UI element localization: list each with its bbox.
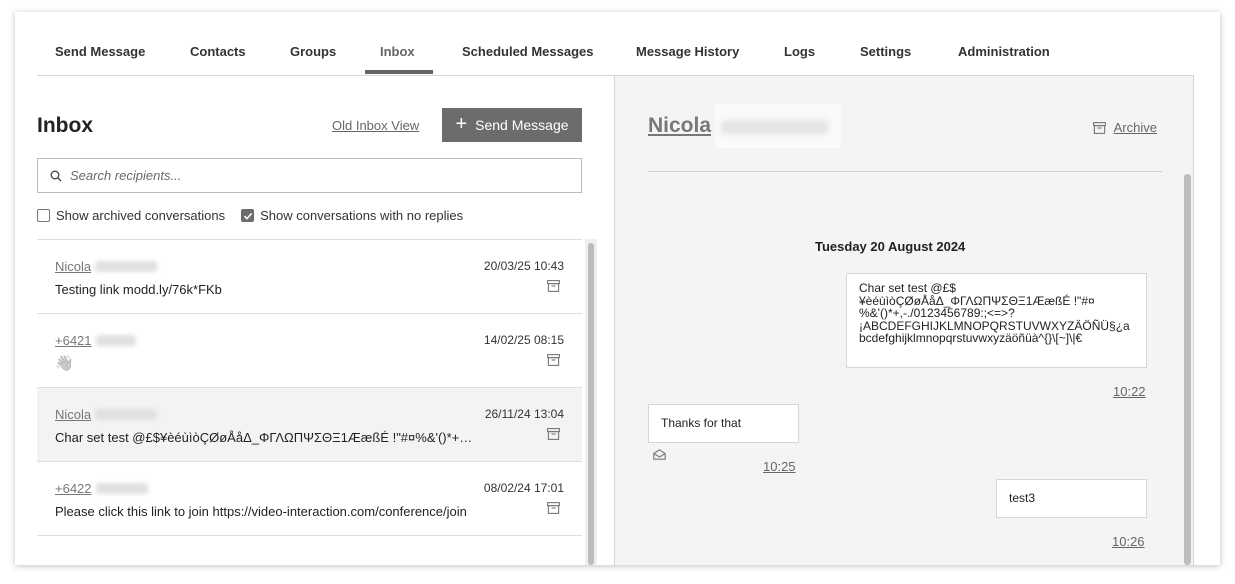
- inbox-panel: Inbox Old Inbox View + Send Message Show…: [37, 76, 597, 565]
- envelope-open-icon: [653, 449, 666, 460]
- conversation-time: 20/03/25 10:43: [483, 259, 564, 273]
- page-title: Inbox: [37, 114, 93, 137]
- message-timestamp[interactable]: 10:26: [1112, 534, 1145, 549]
- outgoing-message: Char set test @£$ ¥èéùìòÇØøÅåΔ_ΦΓΛΩΠΨΣΘΞ…: [846, 273, 1147, 368]
- thread-contact-name[interactable]: Nicola: [648, 114, 711, 138]
- conversation-scrollbar[interactable]: [585, 239, 597, 565]
- show-no-replies-label: Show conversations with no replies: [260, 208, 464, 223]
- thread-divider: [648, 171, 1162, 172]
- incoming-message: Thanks for that: [648, 404, 799, 443]
- checkbox-unchecked[interactable]: [37, 209, 50, 222]
- conversation-name[interactable]: +6421: [55, 333, 92, 348]
- conversation-item[interactable]: +6421 14/02/25 08:15 👋: [37, 314, 582, 388]
- scrollbar-thumb[interactable]: [588, 243, 594, 565]
- scrollbar-thumb[interactable]: [1184, 174, 1191, 565]
- outgoing-message: test3: [996, 479, 1147, 518]
- redacted-name: [95, 409, 158, 421]
- send-message-button[interactable]: + Send Message: [442, 108, 582, 142]
- checkbox-checked[interactable]: [241, 209, 255, 222]
- archive-icon[interactable]: [547, 428, 560, 440]
- archive-icon: [1092, 121, 1106, 134]
- active-tab-indicator: [365, 70, 433, 74]
- conversation-preview: Char set test @£$¥èéùìòÇØøÅåΔ_ΦΓΛΩΠΨΣΘΞ1…: [55, 430, 475, 445]
- search-icon: [50, 170, 62, 181]
- redacted-name: [95, 261, 158, 273]
- tab-logs[interactable]: Logs: [784, 44, 815, 59]
- conversation-item[interactable]: +6422 08/02/24 17:01 Please click this l…: [37, 462, 582, 536]
- message-line: bcdefghijklmnopqrstuvwxyzäöñüà^{}\[~]\|€: [859, 331, 1083, 345]
- search-box: [37, 158, 582, 193]
- archive-icon[interactable]: [547, 280, 560, 292]
- conversation-preview: Testing link modd.ly/76k*FKb: [55, 282, 222, 297]
- conversation-name[interactable]: Nicola: [55, 259, 91, 274]
- tab-inbox[interactable]: Inbox: [380, 44, 415, 59]
- conversation-time: 08/02/24 17:01: [483, 481, 564, 495]
- send-message-label: Send Message: [475, 117, 569, 133]
- message-line: Char set test @£$: [859, 281, 956, 295]
- redacted-contact-surname: [715, 104, 841, 148]
- filter-options: Show archived conversations Show convers…: [37, 208, 463, 223]
- show-no-replies-checkbox[interactable]: Show conversations with no replies: [241, 208, 463, 223]
- conversation-item[interactable]: Nicola 20/03/25 10:43 Testing link modd.…: [37, 240, 582, 314]
- thread-panel: Nicola Archive Tuesday 20 August 2024 Ch…: [614, 76, 1194, 565]
- tab-groups[interactable]: Groups: [290, 44, 336, 59]
- tab-administration[interactable]: Administration: [958, 44, 1050, 59]
- message-timestamp[interactable]: 10:22: [1113, 384, 1146, 399]
- conversation-time: 26/11/24 13:04: [484, 407, 564, 421]
- conversation-preview: Please click this link to join https://v…: [55, 504, 467, 519]
- conversation-list: Nicola 20/03/25 10:43 Testing link modd.…: [37, 239, 582, 565]
- conversation-name[interactable]: Nicola: [55, 407, 91, 422]
- redacted-name: [95, 335, 136, 347]
- date-heading: Tuesday 20 August 2024: [815, 239, 966, 254]
- conversation-name[interactable]: +6422: [55, 481, 92, 496]
- plus-icon: +: [455, 113, 468, 135]
- message-timestamp[interactable]: 10:25: [763, 459, 796, 474]
- tab-contacts[interactable]: Contacts: [190, 44, 246, 59]
- old-inbox-view-link[interactable]: Old Inbox View: [332, 118, 419, 133]
- tab-send-message[interactable]: Send Message: [55, 44, 145, 59]
- checkmark-icon: [243, 212, 252, 220]
- archive-icon[interactable]: [547, 354, 560, 366]
- tab-scheduled-messages[interactable]: Scheduled Messages: [462, 44, 594, 59]
- redacted-name: [95, 483, 148, 495]
- main-tabs: Send Message Contacts Groups Inbox Sched…: [37, 12, 1194, 76]
- search-input[interactable]: [70, 168, 550, 183]
- conversation-item[interactable]: Nicola 26/11/24 13:04 Char set test @£$¥…: [37, 388, 582, 462]
- tab-settings[interactable]: Settings: [860, 44, 911, 59]
- conversation-time: 14/02/25 08:15: [483, 333, 564, 347]
- thread-scrollbar[interactable]: [1182, 172, 1192, 565]
- app-frame: Send Message Contacts Groups Inbox Sched…: [15, 12, 1220, 565]
- archive-icon[interactable]: [547, 502, 560, 514]
- show-archived-checkbox[interactable]: Show archived conversations: [37, 208, 225, 223]
- archive-label: Archive: [1113, 120, 1157, 135]
- conversation-preview: 👋: [55, 355, 74, 372]
- archive-button[interactable]: Archive: [1092, 120, 1157, 135]
- show-archived-label: Show archived conversations: [56, 208, 226, 223]
- tab-message-history[interactable]: Message History: [636, 44, 739, 59]
- message-line: %&'()*+,-./0123456789:;<=>?: [859, 306, 1015, 320]
